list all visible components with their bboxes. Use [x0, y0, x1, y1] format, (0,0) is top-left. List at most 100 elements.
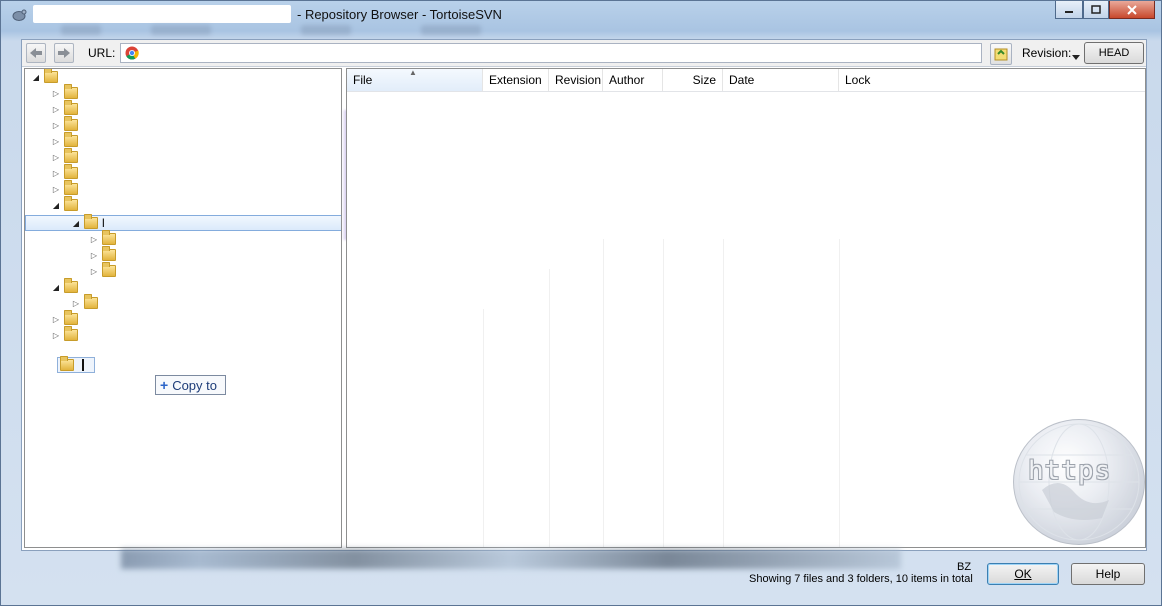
background-blur — [301, 25, 351, 35]
column-header-size[interactable]: Size — [663, 69, 723, 91]
folder-icon — [64, 132, 78, 147]
expand-triangle-icon[interactable]: ▷ — [51, 137, 61, 146]
column-header-date[interactable]: Date — [723, 69, 839, 91]
folder-icon — [64, 326, 78, 341]
expand-triangle-icon[interactable]: ▷ — [51, 105, 61, 114]
show-log-button[interactable] — [990, 43, 1012, 65]
tree-node-expanded[interactable]: ◢ — [51, 196, 78, 213]
maximize-icon — [1091, 5, 1101, 14]
back-button[interactable] — [26, 43, 46, 63]
status-badge: BZ — [957, 561, 972, 573]
title-bar[interactable]: - Repository Browser - TortoiseSVN — [1, 1, 1161, 35]
collapse-triangle-icon[interactable]: ◢ — [51, 283, 61, 292]
help-button[interactable]: Help — [1071, 563, 1145, 585]
repository-browser-window: - Repository Browser - TortoiseSVN URL: — [0, 0, 1162, 606]
column-header-revision[interactable]: Revision — [549, 69, 603, 91]
copy-to-label: Copy to — [172, 377, 217, 393]
arrow-right-icon — [58, 48, 70, 58]
tree-node[interactable]: ▷ — [51, 116, 78, 133]
client-area: URL: Revision: HEAD ◢ ▷ ▷ ▷ ▷ ▷ ▷ ▷ ◢ ◢ … — [21, 39, 1147, 551]
tree-node[interactable]: ▷ — [51, 180, 78, 197]
tree-node[interactable]: ▷ — [89, 230, 116, 247]
folder-icon — [64, 196, 78, 211]
help-button-label: Help — [1095, 567, 1121, 581]
column-label: Size — [692, 73, 716, 87]
sort-ascending-icon: ▲ — [409, 68, 417, 77]
expand-triangle-icon[interactable]: ▷ — [51, 315, 61, 324]
folder-icon — [64, 164, 78, 179]
folder-icon — [64, 84, 78, 99]
close-button[interactable] — [1109, 1, 1155, 19]
expand-triangle-icon[interactable]: ▷ — [71, 299, 81, 308]
folder-icon — [64, 100, 78, 115]
tree-node[interactable]: ▷ — [51, 132, 78, 149]
column-divider — [663, 239, 664, 547]
folder-icon — [44, 69, 58, 83]
folder-icon — [64, 116, 78, 131]
column-header-lock[interactable]: Lock — [839, 69, 1145, 91]
tree-node[interactable]: ▷ — [51, 326, 78, 343]
column-divider — [603, 239, 604, 547]
column-label: Extension — [489, 73, 542, 87]
expand-triangle-icon[interactable]: ▷ — [89, 235, 99, 244]
expand-triangle-icon[interactable]: ▷ — [51, 89, 61, 98]
column-divider — [549, 269, 550, 547]
minimize-button[interactable] — [1055, 1, 1083, 19]
collapse-triangle-icon[interactable]: ◢ — [31, 73, 41, 82]
close-icon — [1127, 4, 1137, 15]
column-header-author[interactable]: Author — [603, 69, 663, 91]
column-divider — [723, 239, 724, 547]
expand-triangle-icon[interactable]: ▷ — [51, 121, 61, 130]
forward-button[interactable] — [54, 43, 74, 63]
folder-icon — [84, 214, 98, 229]
tree-root-node[interactable]: ◢ — [31, 69, 58, 85]
column-label: Author — [609, 73, 645, 87]
tree-node[interactable]: ▷ — [51, 84, 78, 101]
expand-triangle-icon[interactable]: ▷ — [51, 169, 61, 178]
background-blur — [121, 549, 901, 569]
revision-log-icon — [994, 48, 1008, 61]
revision-label: Revision: — [1022, 46, 1072, 60]
maximize-button[interactable] — [1083, 1, 1109, 19]
tree-node[interactable]: ▷ — [89, 262, 116, 279]
plus-icon: + — [160, 377, 169, 393]
folder-icon — [64, 278, 78, 293]
revision-head-button[interactable]: HEAD — [1084, 42, 1144, 64]
folder-icon — [102, 262, 116, 277]
watermark-text: https — [1028, 456, 1112, 486]
tortoisesvn-app-icon — [12, 9, 27, 21]
watermark-globe: https — [1013, 419, 1145, 545]
chevron-down-icon — [1072, 54, 1080, 60]
status-summary: Showing 7 files and 3 folders, 10 items … — [749, 573, 973, 585]
drag-ghost-text-cursor — [82, 359, 84, 371]
url-combobox[interactable] — [120, 43, 1080, 63]
expand-triangle-icon[interactable]: ▷ — [51, 331, 61, 340]
collapse-triangle-icon[interactable]: ◢ — [51, 201, 61, 210]
tree-node-selected[interactable]: ◢ l — [71, 214, 105, 231]
folder-icon — [64, 310, 78, 325]
tree-node[interactable]: ▷ — [51, 148, 78, 165]
window-title: - Repository Browser - TortoiseSVN — [297, 7, 502, 22]
tree-node[interactable]: ▷ — [89, 246, 116, 263]
expand-triangle-icon[interactable]: ▷ — [51, 185, 61, 194]
background-blur — [151, 25, 211, 35]
tree-node-expanded[interactable]: ◢ — [51, 278, 78, 295]
tree-node[interactable]: ▷ — [51, 100, 78, 117]
column-label: Revision — [555, 73, 602, 87]
expand-triangle-icon[interactable]: ▷ — [89, 267, 99, 276]
url-label: URL: — [88, 46, 116, 60]
column-header-file[interactable]: ▲ File — [347, 69, 483, 91]
folder-icon — [102, 246, 116, 261]
expand-triangle-icon[interactable]: ▷ — [51, 153, 61, 162]
minimize-icon — [1065, 10, 1073, 13]
repository-tree[interactable]: ◢ ▷ ▷ ▷ ▷ ▷ ▷ ▷ ◢ ◢ l ▷ ▷ ▷ ◢ ▷ ▷ ▷ + Co… — [24, 68, 342, 548]
tree-node[interactable]: ▷ — [51, 310, 78, 327]
chrome-icon — [125, 46, 139, 60]
collapse-triangle-icon[interactable]: ◢ — [71, 219, 81, 228]
expand-triangle-icon[interactable]: ▷ — [89, 251, 99, 260]
column-header-extension[interactable]: Extension — [483, 69, 549, 91]
tree-node[interactable]: ▷ — [51, 164, 78, 181]
ok-button[interactable]: OK — [987, 563, 1059, 585]
folder-icon — [102, 230, 116, 245]
tree-node[interactable]: ▷ — [71, 294, 98, 311]
